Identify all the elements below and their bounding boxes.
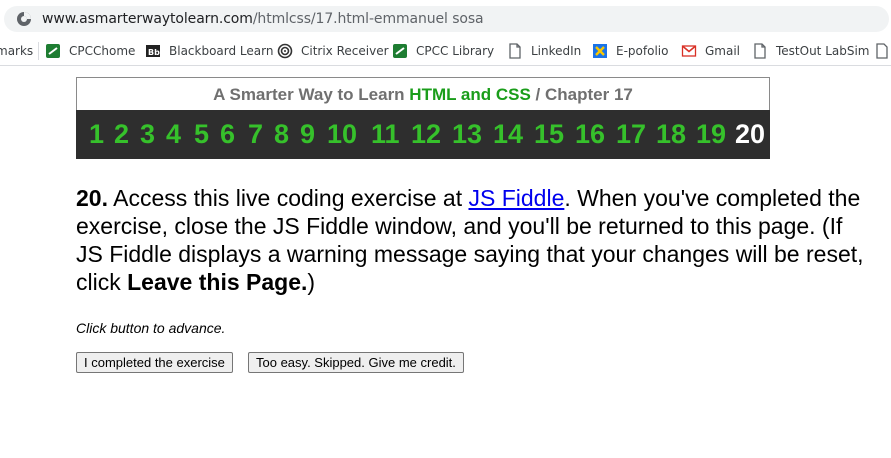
url-text[interactable]: www.asmarterwaytolearn.com/htmlcss/17.ht… [42, 11, 484, 27]
page-icon [876, 43, 888, 59]
bookmark-label: CPCChome [69, 44, 136, 58]
bookmark-linkedin[interactable]: LinkedIn [507, 37, 581, 65]
completed-exercise-button[interactable]: I completed the exercise [76, 352, 233, 373]
chapter-number-6[interactable]: 6 [220, 118, 235, 150]
bookmark-label: Blackboard Learn [169, 44, 274, 58]
bookmark-label: Gmail [705, 44, 741, 58]
bookmark-label: marks [0, 44, 34, 58]
chapter-number-5[interactable]: 5 [194, 118, 209, 150]
js-fiddle-link[interactable]: JS Fiddle [468, 185, 564, 211]
chapter-number-14[interactable]: 14 [493, 118, 523, 150]
svg-text:Bb: Bb [148, 48, 160, 57]
leave-page-instruction: Leave this Page. [127, 269, 308, 295]
advance-note: Click button to advance. [76, 320, 226, 336]
exercise-text-3: ) [307, 269, 316, 295]
bookmarks-divider [38, 42, 39, 60]
chapter-number-12[interactable]: 12 [411, 118, 441, 150]
bookmark-gmail[interactable]: Gmail [681, 37, 740, 65]
title-suffix: / Chapter 17 [530, 85, 633, 104]
link-icon [46, 44, 60, 58]
bookmark-blackboard[interactable]: Bb Blackboard Learn [145, 37, 273, 65]
chapter-number-9[interactable]: 9 [300, 118, 315, 150]
bookmark-epofolio[interactable]: E-pofolio [592, 37, 668, 65]
bookmark-label: CPCC Library [416, 44, 495, 58]
chapter-number-19[interactable]: 19 [696, 118, 726, 150]
chapter-number-20: 20 [735, 119, 766, 149]
bookmark-label: E-pofolio [616, 44, 669, 58]
chapter-number-16[interactable]: 16 [575, 118, 605, 150]
blackboard-icon: Bb [146, 45, 160, 57]
url-path: /htmlcss/17.html-emmanuel sosa [252, 11, 484, 27]
chapter-number-3[interactable]: 3 [140, 118, 155, 150]
chapter-number-11[interactable]: 11 [371, 118, 400, 150]
citrix-icon [277, 43, 293, 59]
title-highlight: HTML and CSS [409, 85, 531, 104]
chapter-number-7[interactable]: 7 [248, 118, 263, 150]
skip-exercise-button[interactable]: Too easy. Skipped. Give me credit. [248, 352, 464, 373]
chapter-number-15[interactable]: 15 [534, 118, 564, 150]
chapter-title: A Smarter Way to Learn HTML and CSS / Ch… [76, 77, 770, 110]
chapter-number-1[interactable]: 1 [89, 118, 104, 150]
title-prefix: A Smarter Way to Learn [213, 85, 410, 104]
bookmark-label: Citrix Receiver [301, 44, 389, 58]
exercise-number: 20. [76, 185, 108, 211]
bookmark-other[interactable]: marks [0, 37, 33, 65]
bookmark-cpcc-library[interactable]: CPCC Library [392, 37, 494, 65]
page-icon [509, 43, 521, 59]
site-info-icon[interactable] [16, 11, 32, 27]
bookmark-citrix[interactable]: Citrix Receiver [277, 37, 389, 65]
exercise-text-1: Access this live coding exercise at [107, 185, 469, 211]
address-bar[interactable]: www.asmarterwaytolearn.com/htmlcss/17.ht… [4, 6, 889, 32]
link-icon [393, 44, 407, 58]
url-host: www.asmarterwaytolearn.com [42, 11, 253, 27]
chapter-number-18[interactable]: 18 [656, 118, 686, 150]
x-app-icon [593, 44, 607, 58]
chapter-number-2[interactable]: 2 [114, 118, 129, 150]
bookmark-cpcchome[interactable]: CPCChome [45, 37, 135, 65]
chapter-header: A Smarter Way to Learn HTML and CSS / Ch… [76, 77, 770, 159]
chapter-number-17[interactable]: 17 [616, 118, 646, 150]
gmail-icon [681, 45, 697, 57]
bookmarks-bar: marks CPCChome Bb Blackboard Learn Citri… [0, 37, 891, 66]
chapter-number-8[interactable]: 8 [274, 118, 289, 150]
exercise-number-nav: 1 2 3 4 5 6 7 8 9 10 11 12 13 14 15 16 17 18 19 20 [76, 110, 770, 159]
bookmark-more[interactable] [874, 37, 891, 65]
bookmark-label: TestOut LabSim [776, 44, 870, 58]
chapter-number-13[interactable]: 13 [452, 118, 482, 150]
chapter-number-10[interactable]: 10 [327, 118, 357, 150]
chapter-number-4[interactable]: 4 [166, 118, 181, 150]
exercise-instructions: 20. Access this live coding exercise at … [76, 184, 866, 296]
bookmark-label: LinkedIn [531, 44, 582, 58]
page-icon [754, 43, 766, 59]
bookmark-testout[interactable]: TestOut LabSim [752, 37, 870, 65]
address-bar-area: www.asmarterwaytolearn.com/htmlcss/17.ht… [0, 0, 891, 37]
